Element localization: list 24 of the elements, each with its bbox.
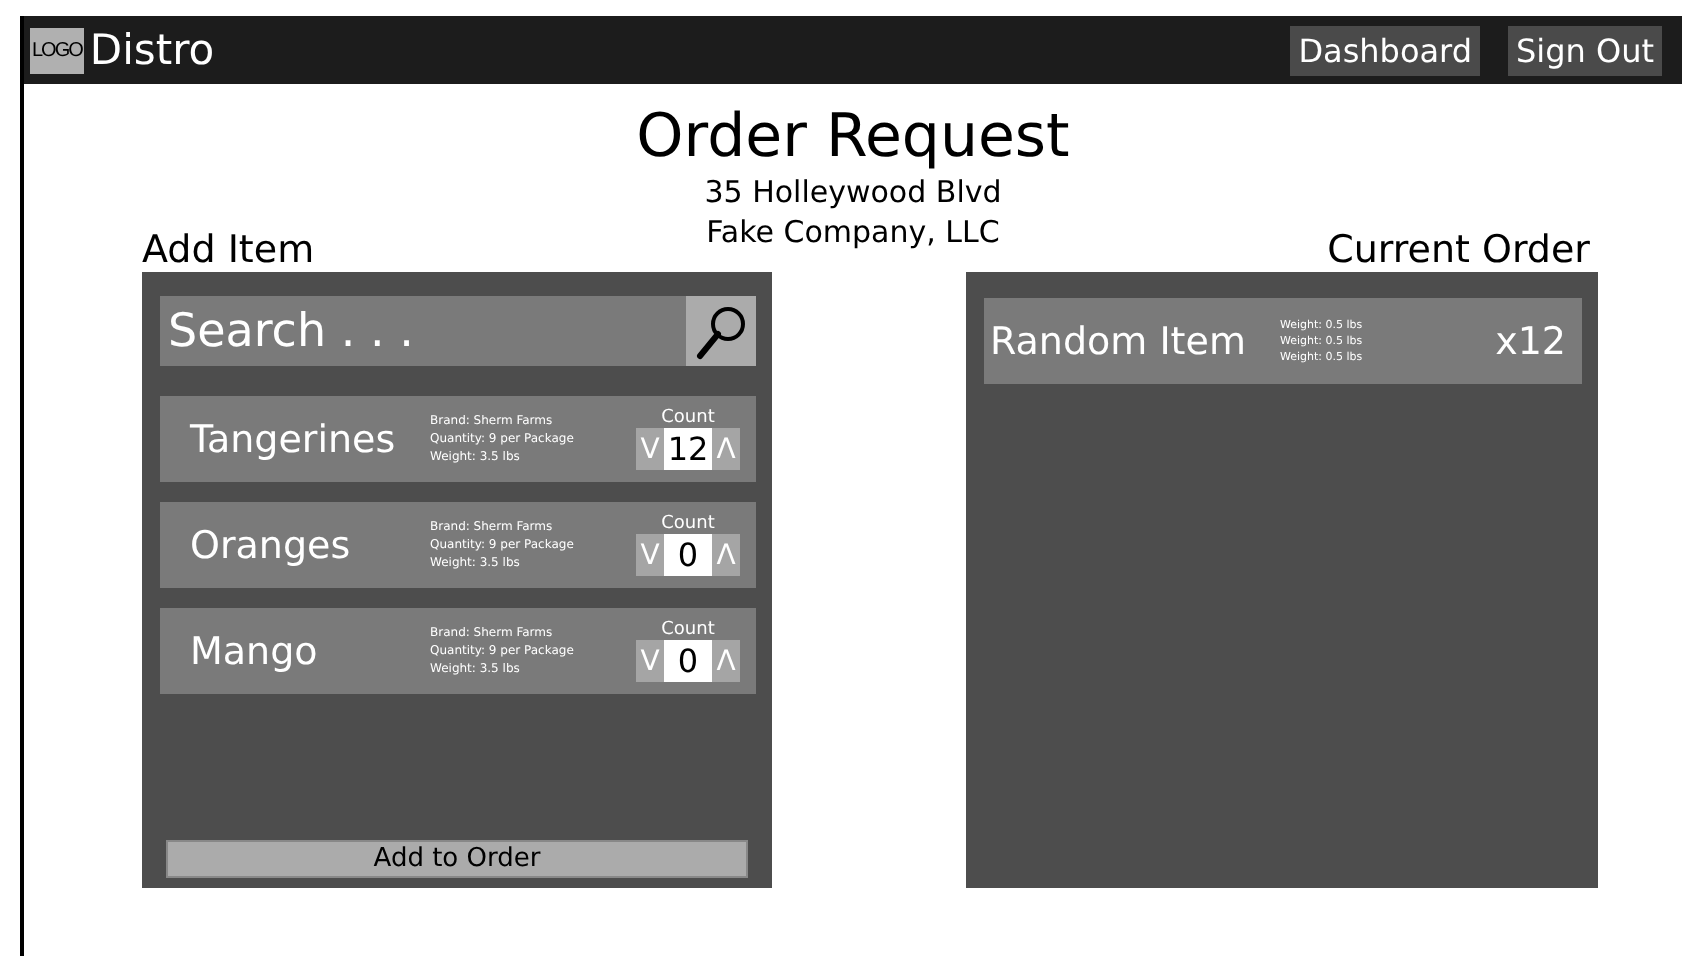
search-icon <box>695 303 747 359</box>
count-field[interactable]: 0 <box>664 640 712 682</box>
section-heading: Add Item <box>142 228 315 272</box>
search-field[interactable]: Search . . . <box>160 296 686 366</box>
count-label: Count <box>661 620 715 640</box>
item-quantity: x12 <box>1495 319 1566 363</box>
app-name: Distro <box>89 26 215 74</box>
add-to-order-button[interactable]: Add to Order <box>166 840 748 878</box>
search-button[interactable] <box>686 296 756 366</box>
nav-button[interactable]: Dashboard <box>1290 25 1480 75</box>
section-heading: Current Order <box>1327 228 1590 272</box>
item-name: Tangerines <box>190 417 398 461</box>
count-label: Count <box>661 514 715 534</box>
count-field[interactable]: 0 <box>664 534 712 576</box>
logo: LOGO <box>30 27 84 73</box>
item-name: Mango <box>190 629 320 673</box>
item-name: Oranges <box>190 523 353 567</box>
page-title: Order Request <box>636 104 1070 172</box>
count-label: Count <box>661 408 715 428</box>
address-line: Fake Company, LLC <box>706 212 1000 252</box>
nav-button[interactable]: Sign Out <box>1508 25 1662 75</box>
item-name: Random Item <box>990 319 1248 363</box>
count-field[interactable]: 12 <box>664 428 712 470</box>
address-line: 35 Holleywood Blvd <box>704 172 1002 212</box>
